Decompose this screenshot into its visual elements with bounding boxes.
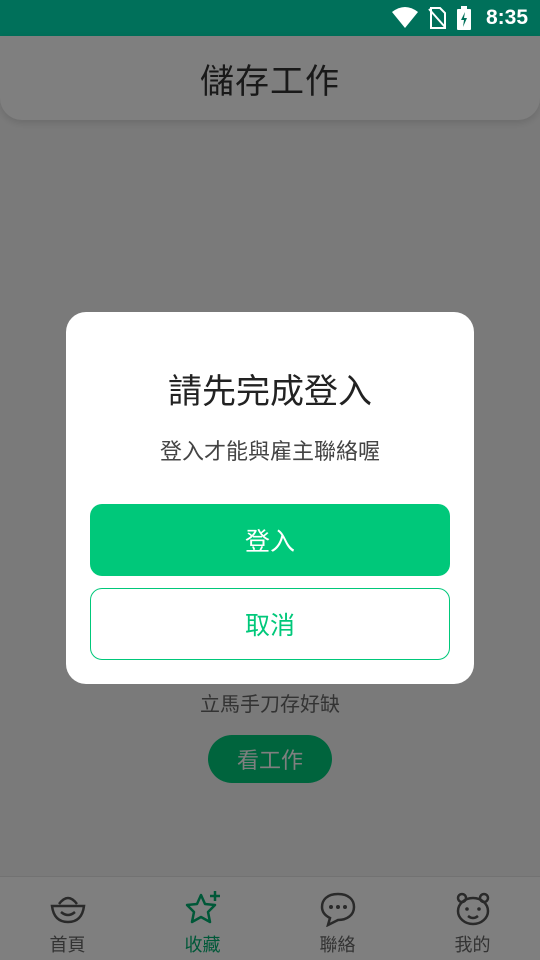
battery-charging-icon <box>456 6 472 30</box>
wifi-icon <box>391 7 418 29</box>
no-sim-icon <box>428 7 446 29</box>
dialog-message: 登入才能與雇主聯絡喔 <box>159 440 380 465</box>
login-dialog: 請先完成登入 登入才能與雇主聯絡喔 登入 取消 <box>66 312 474 684</box>
status-bar: 8:35 <box>0 0 540 36</box>
status-time: 8:35 <box>485 6 528 29</box>
login-button[interactable]: 登入 <box>90 504 450 576</box>
dialog-title: 請先完成登入 <box>168 372 372 412</box>
cancel-button[interactable]: 取消 <box>90 588 450 660</box>
